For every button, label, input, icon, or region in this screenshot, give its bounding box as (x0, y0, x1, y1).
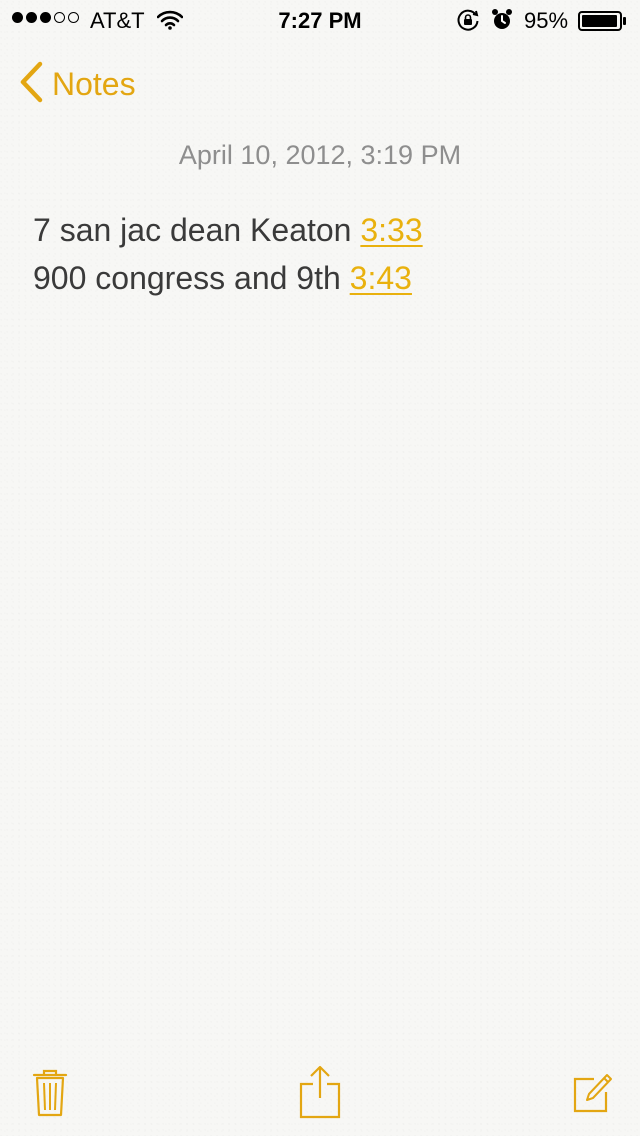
compose-icon (572, 1074, 614, 1118)
delete-button[interactable] (30, 1066, 70, 1123)
share-icon (298, 1065, 342, 1124)
time-link[interactable]: 3:43 (350, 260, 412, 296)
note-body[interactable]: 7 san jac dean Keaton 3:33 900 congress … (33, 206, 613, 302)
back-label: Notes (52, 65, 136, 102)
rotation-lock-icon (456, 9, 480, 37)
alarm-icon (491, 8, 513, 38)
note-line: 7 san jac dean Keaton 3:33 (33, 206, 613, 254)
battery-icon (578, 11, 626, 31)
battery-percentage: 95% (524, 8, 569, 33)
time-link[interactable]: 3:33 (360, 212, 422, 248)
back-button[interactable]: Notes (18, 60, 136, 109)
note-line: 900 congress and 9th 3:43 (33, 254, 613, 302)
note-line-text: 7 san jac dean Keaton (33, 212, 361, 248)
share-button[interactable] (298, 1064, 342, 1125)
note-line-text: 900 congress and 9th (33, 260, 350, 296)
compose-button[interactable] (572, 1070, 614, 1119)
chevron-left-icon (18, 60, 44, 109)
status-bar: AT&T 7:27 PM 95% (0, 0, 640, 40)
trash-icon (30, 1069, 70, 1122)
note-date: April 10, 2012, 3:19 PM (178, 140, 462, 170)
